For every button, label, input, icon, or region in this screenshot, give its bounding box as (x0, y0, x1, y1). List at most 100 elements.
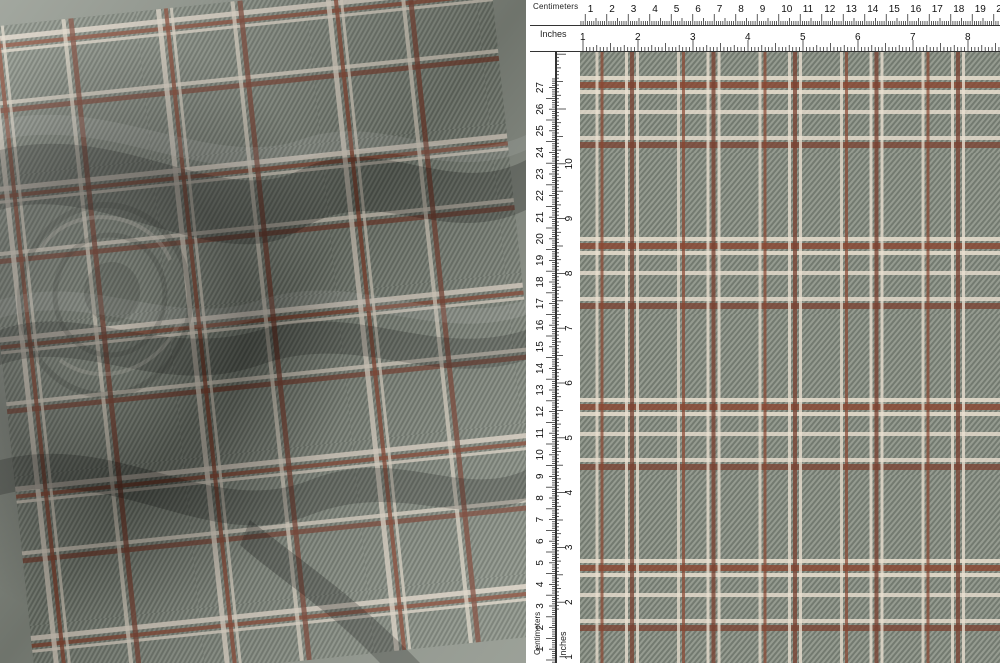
left-cm-tick-label: 10 (535, 449, 546, 461)
top-cm-tick-label: 4 (652, 4, 658, 15)
left-cm-tick-label: 5 (535, 560, 546, 566)
swatch-vertical-stripe (921, 52, 925, 663)
top-inch-tick-label: 8 (965, 32, 971, 43)
top-inch-ruler-ticks: 1 2 3 4 5 6 7 8 (530, 32, 1000, 52)
swatch-vertical-stripe (840, 52, 843, 663)
flat-fabric-swatch (580, 52, 1000, 663)
left-cm-tick-label: 21 (535, 211, 546, 223)
top-cm-tick-label: 16 (910, 4, 922, 15)
left-inch-tick-label: 10 (564, 158, 575, 170)
left-cm-tick-label: 25 (535, 125, 546, 137)
left-centimeter-ruler-ticks: 1234567891011121314151617181920212223242… (535, 52, 556, 663)
left-cm-tick-label: 27 (535, 82, 546, 94)
top-cm-tick-label: 10 (781, 4, 793, 15)
top-cm-tick-label: 12 (824, 4, 836, 15)
top-cm-tick-label: 6 (695, 4, 701, 15)
swatch-vertical-stripe (874, 52, 879, 663)
top-cm-tick-label: 17 (932, 4, 944, 15)
swatch-vertical-stripe (956, 52, 960, 663)
left-inch-tick-label: 4 (564, 489, 575, 495)
swatch-vertical-stripe (636, 52, 639, 663)
swatch-vertical-stripe (677, 52, 680, 663)
swatch-vertical-stripe (625, 52, 628, 663)
top-cm-tick-label: 14 (867, 4, 879, 15)
swatch-vertical-stripe (630, 52, 634, 663)
top-cm-tick-label: 2 (609, 4, 615, 15)
left-cm-tick-label: 4 (535, 581, 546, 587)
swatch-vertical-stripe (600, 52, 604, 663)
left-cm-tick-label: 24 (535, 146, 546, 158)
top-cm-tick-label: 19 (975, 4, 987, 15)
top-cm-tick-label: 18 (953, 4, 965, 15)
swatch-vertical-stripe (758, 52, 762, 663)
left-cm-tick-label: 20 (535, 233, 546, 245)
top-cm-label: Centimeters (533, 2, 579, 11)
top-cm-tick-label: 20 (996, 4, 1000, 15)
swatch-vertical-stripe (711, 52, 716, 663)
left-cm-tick-label: 3 (535, 603, 546, 609)
swatch-vertical-stripe (869, 52, 873, 663)
left-cm-tick-label: 23 (535, 168, 546, 180)
left-inch-tick-label: 3 (564, 544, 575, 550)
top-inch-ruler: 1 2 3 4 5 6 7 8 (530, 26, 1000, 52)
top-cm-tick-label: 5 (674, 4, 680, 15)
swatch-vertical-stripe (706, 52, 710, 663)
left-inch-tick-label: 2 (564, 599, 575, 605)
swatch-vertical-stripe (763, 52, 767, 663)
left-inch-tick-label: 7 (564, 325, 575, 331)
top-centimeter-ruler-ticks: 123456789101112131415161718192021 (530, 4, 1000, 26)
left-inch-tick-label: 5 (564, 435, 575, 441)
top-inch-tick-label: 5 (800, 32, 806, 43)
swatch-vertical-stripe (793, 52, 797, 663)
swatch-vertical-stripe (926, 52, 930, 663)
left-cm-label: Centimeters (533, 611, 542, 655)
left-cm-tick-label: 8 (535, 495, 546, 501)
flat-fabric-swatch-image (580, 52, 1000, 663)
left-cm-tick-label: 22 (535, 190, 546, 202)
left-inch-ruler-ticks: 12345678910 (556, 52, 575, 663)
left-centimeter-ruler: 1 2 3 4 5 6 7 8 9 10 11 12 13 14 15 16 17 18 19 20 21 22 23 24 2… (530, 52, 556, 663)
left-cm-tick-label: 26 (535, 103, 546, 115)
top-centimeter-ruler: 123456789101112131415161718192021 (530, 0, 1000, 26)
top-cm-tick-label: 15 (889, 4, 901, 15)
swatch-vertical-stripe (788, 52, 791, 663)
swatch-vertical-stripe (880, 52, 884, 663)
top-inch-tick-label: 4 (745, 32, 751, 43)
swatch-vertical-stripe (951, 52, 954, 663)
top-inch-label: Inches (540, 29, 567, 39)
left-cm-tick-label: 9 (535, 473, 546, 479)
left-cm-tick-label: 15 (535, 341, 546, 353)
swatch-vertical-stripe (682, 52, 685, 663)
top-cm-tick-label: 13 (846, 4, 858, 15)
left-inch-tick-label: 8 (564, 270, 575, 276)
top-cm-tick-label: 11 (803, 4, 814, 15)
left-cm-tick-label: 17 (535, 298, 546, 310)
left-inch-ruler: 1 2 3 4 5 6 7 8 9 10 (556, 52, 580, 663)
draped-fabric-image (0, 0, 526, 663)
swatch-vertical-stripe (717, 52, 721, 663)
left-inch-label: Inches (558, 631, 568, 658)
left-cm-tick-label: 12 (535, 406, 546, 418)
swatch-vertical-stripe (595, 52, 599, 663)
swatch-vertical-stripe (845, 52, 848, 663)
top-inch-tick-label: 6 (855, 32, 861, 43)
top-cm-tick-label: 1 (588, 4, 594, 15)
left-cm-tick-label: 14 (535, 362, 546, 374)
top-inch-tick-label: 1 (580, 32, 586, 43)
top-cm-tick-label: 8 (738, 4, 744, 15)
left-cm-tick-label: 16 (535, 319, 546, 331)
top-cm-tick-label: 7 (717, 4, 723, 15)
top-inch-tick-label: 7 (910, 32, 916, 43)
left-cm-tick-label: 11 (535, 428, 546, 439)
top-cm-tick-label: 9 (760, 4, 766, 15)
left-inch-tick-label: 9 (564, 215, 575, 221)
top-inch-tick-label: 3 (690, 32, 696, 43)
top-cm-tick-label: 3 (631, 4, 637, 15)
swatch-vertical-stripe (799, 52, 802, 663)
left-cm-tick-label: 19 (535, 254, 546, 266)
top-inch-tick-label: 2 (635, 32, 641, 43)
left-inch-tick-label: 6 (564, 380, 575, 386)
draped-fabric-photo (0, 0, 526, 663)
left-cm-tick-label: 6 (535, 538, 546, 544)
swatch-vertical-stripe (962, 52, 965, 663)
